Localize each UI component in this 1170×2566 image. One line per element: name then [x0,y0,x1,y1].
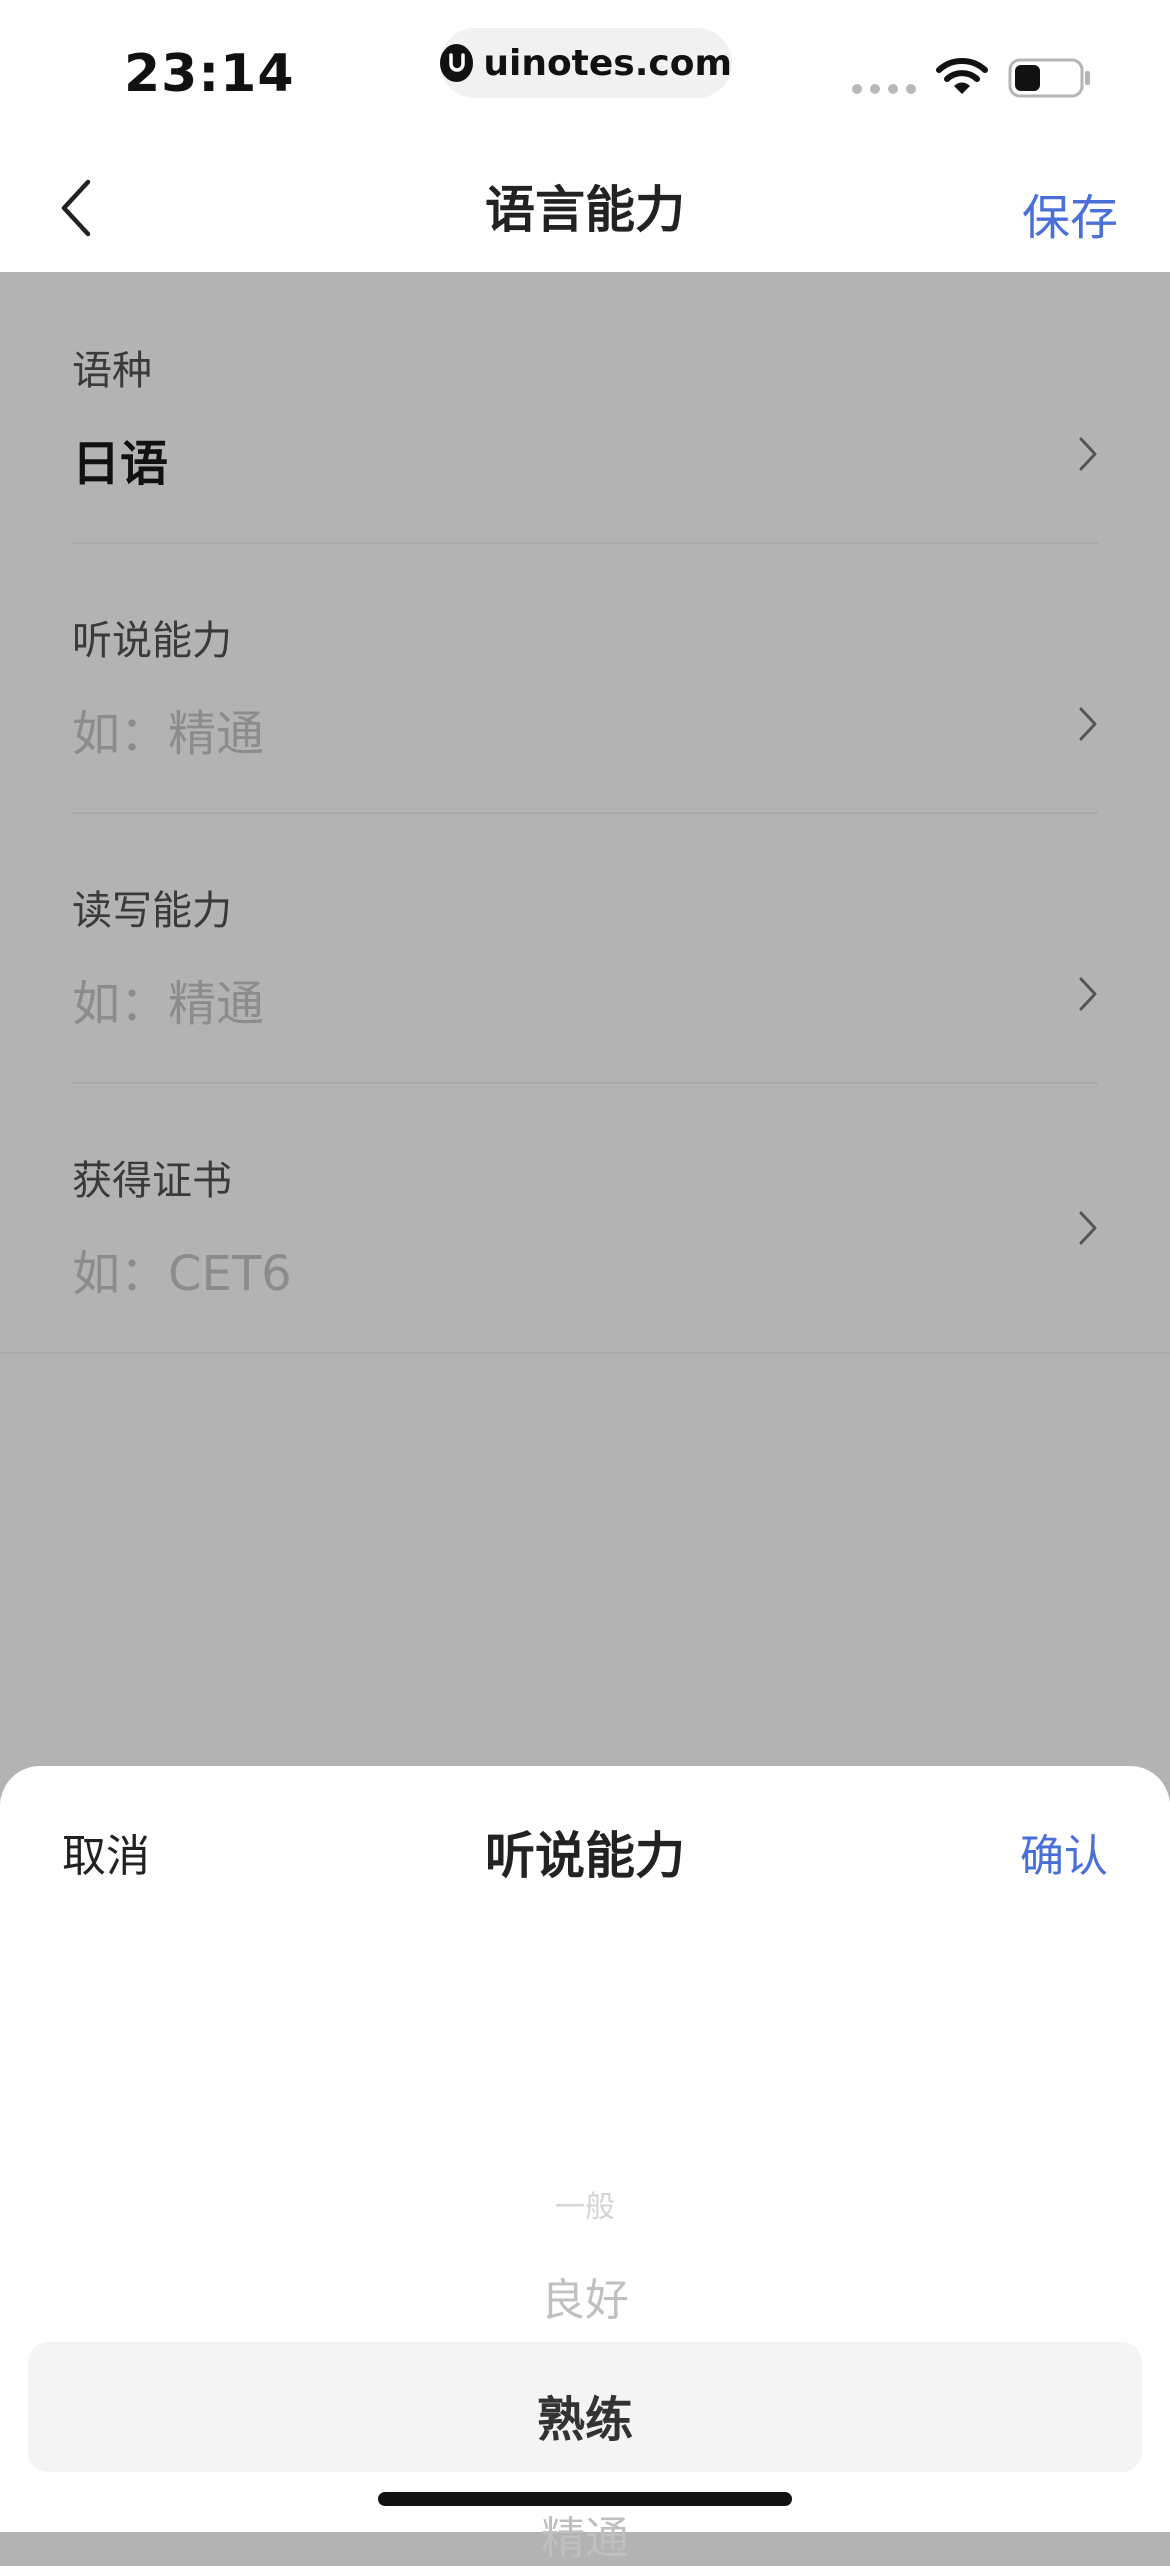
picker-option-selected[interactable]: 熟练 [0,2380,1170,2450]
page-title: 语言能力 [485,181,685,239]
picker-option[interactable]: 良好 [0,2264,1170,2328]
chevron-right-icon [1078,1210,1098,1250]
form-row-listening-speaking[interactable]: 听说能力 如：精通 [72,542,1098,814]
chevron-right-icon [1078,706,1098,746]
row-label: 语种 [72,348,152,394]
form-row-reading-writing[interactable]: 读写能力 如：精通 [72,812,1098,1084]
status-bar: 23:14 uinotes.com [0,0,1170,140]
row-placeholder: 如：精通 [72,706,265,762]
row-label: 听说能力 [72,618,232,664]
form-row-language[interactable]: 语种 日语 [72,272,1098,544]
row-label: 获得证书 [72,1158,232,1204]
confirm-button[interactable]: 确认 [1020,1820,1108,1884]
home-indicator [378,2492,792,2506]
status-time: 23:14 [124,44,295,104]
form-row-certificate[interactable]: 获得证书 如：CET6 [72,1082,1098,1352]
cellular-signal-icon [852,84,916,94]
wifi-icon [936,58,988,100]
save-button[interactable]: 保存 [1022,178,1118,248]
site-logo-icon [440,44,474,82]
nav-bar: 语言能力 保存 [0,140,1170,272]
row-value: 日语 [72,436,169,492]
url-pill[interactable]: uinotes.com [440,28,732,98]
row-placeholder: 如：精通 [72,976,265,1032]
language-form: 语种 日语 听说能力 如：精通 读写能力 如：精通 获得证书 如：CET6 [0,272,1170,1354]
picker-option[interactable]: 精通 [0,2502,1170,2566]
battery-icon [1008,58,1092,102]
sheet-title: 听说能力 [485,1827,685,1885]
battery-fill [1015,65,1040,91]
url-text: uinotes.com [483,42,732,84]
row-placeholder: 如：CET6 [72,1246,292,1302]
picker-wheel[interactable]: 一般 良好 熟练 精通 [0,1946,1170,2564]
chevron-right-icon [1078,976,1098,1016]
chevron-right-icon [1078,436,1098,476]
picker-option[interactable]: 一般 [0,2182,1170,2226]
picker-sheet: 取消 听说能力 确认 一般 良好 熟练 精通 [0,1766,1170,2564]
row-label: 读写能力 [72,888,232,934]
